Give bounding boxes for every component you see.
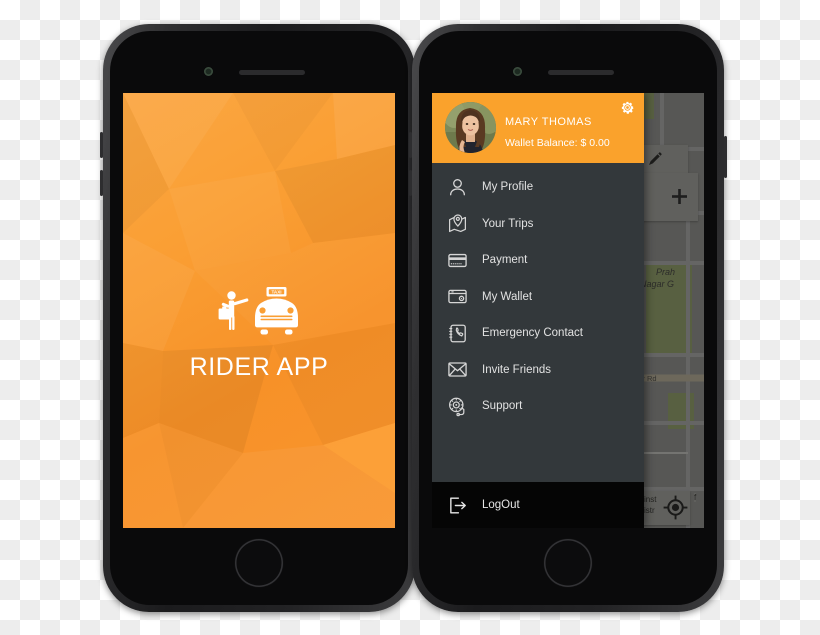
volume-up-button-left[interactable] [100,132,103,158]
gear-icon [621,101,634,114]
splash-screen: TAXI RIDER APP [123,93,395,528]
menu-item-my-wallet[interactable]: My Wallet [432,279,644,316]
menu-item-label: Invite Friends [482,363,552,376]
menu-item-my-profile[interactable]: My Profile [432,169,644,206]
logout-arrow-icon [445,493,469,517]
volume-down-button-right[interactable] [409,170,412,196]
app-title: RIDER APP [189,353,329,381]
volume-up-button-right[interactable] [409,132,412,158]
menu-item-label: Support [482,400,523,413]
menu-item-invite-friends[interactable]: Invite Friends [432,352,644,389]
phone-device-right: Prah Nagar G nandnagar Rd ··· [409,24,727,612]
settings-button[interactable] [620,100,635,115]
menu-item-label: Emergency Contact [482,327,583,340]
user-avatar-photo [445,102,496,153]
menu-item-label: Payment [482,254,528,267]
envelope-icon [445,358,469,382]
phone-device-left: TAXI RIDER APP [100,24,418,612]
person-icon [445,175,469,199]
user-name: MARY THOMAS [505,116,592,128]
svg-text:TAXI: TAXI [271,290,281,295]
splash-logo-block: TAXI RIDER APP [123,285,395,382]
phone-bezel-left: TAXI RIDER APP [110,31,408,605]
map-pin-icon [445,212,469,236]
logout-button[interactable]: LogOut [432,482,644,528]
wallet-balance: Wallet Balance: $ 0.00 [505,137,610,149]
phone-bezel-right: Prah Nagar G nandnagar Rd ··· [419,31,717,605]
drawer-menu-list: My Profile Your Trips Payment My Wallet … [432,163,644,482]
screenshot-stage: TAXI RIDER APP Prah Nagar G Rd inst istr… [0,0,820,635]
screen-left: TAXI RIDER APP [123,93,395,528]
logout-label: LogOut [482,499,520,511]
volume-down-button-left[interactable] [100,170,103,196]
headset-icon [445,394,469,418]
taxi-hail-icon: TAXI [218,287,298,335]
menu-item-your-trips[interactable]: Your Trips [432,206,644,243]
menu-item-label: My Profile [482,181,534,194]
home-button-right[interactable] [544,539,592,587]
earpiece-speaker-left [239,70,305,75]
avatar[interactable] [445,102,496,153]
screen-right: Prah Nagar G nandnagar Rd ··· [432,93,704,528]
drawer-header: MARY THOMAS Wallet Balance: $ 0.00 [432,93,644,163]
wallet-icon [445,285,469,309]
earpiece-speaker-right [548,70,614,75]
phone-book-icon [445,321,469,345]
menu-item-label: Your Trips [482,217,534,230]
home-button-left[interactable] [235,539,283,587]
menu-item-payment[interactable]: Payment [432,242,644,279]
menu-item-label: My Wallet [482,290,533,303]
front-camera-icon-left [204,67,213,76]
navigation-drawer: MARY THOMAS Wallet Balance: $ 0.00 My Pr… [432,93,644,528]
menu-item-emergency-contact[interactable]: Emergency Contact [432,315,644,352]
power-button-right[interactable] [724,136,727,178]
menu-item-support[interactable]: Support [432,388,644,425]
credit-card-icon [445,248,469,272]
front-camera-icon-right [513,67,522,76]
